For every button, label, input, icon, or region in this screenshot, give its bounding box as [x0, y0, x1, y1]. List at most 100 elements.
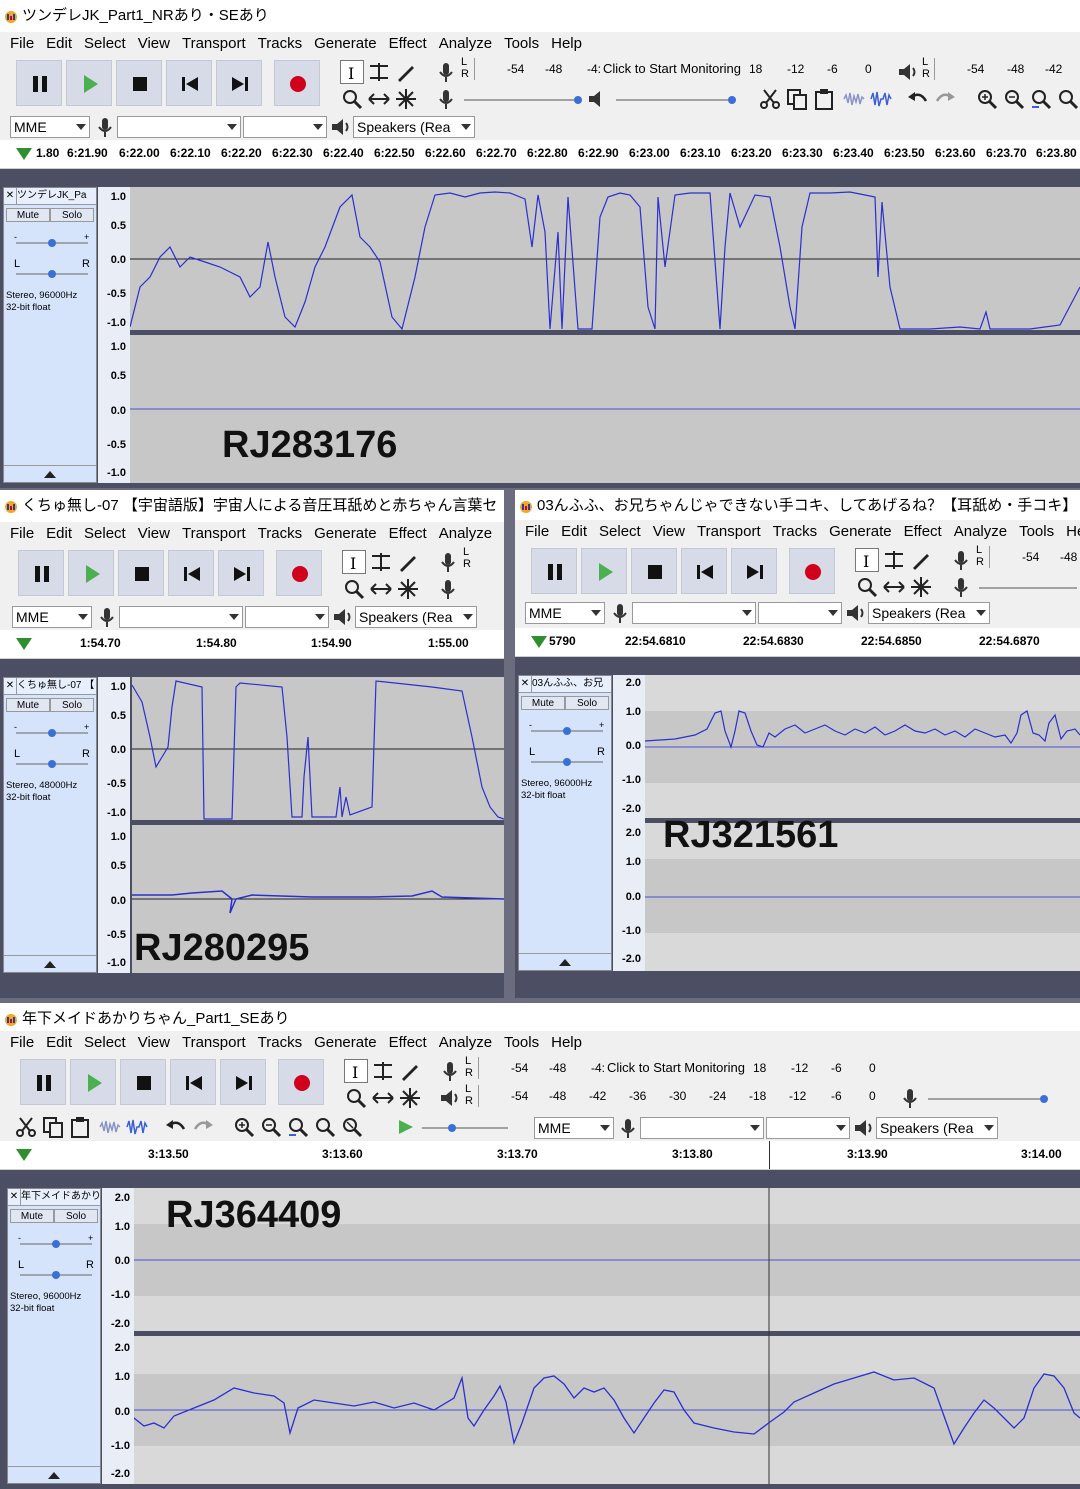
multi-tool-icon[interactable]	[398, 1086, 422, 1110]
envelope-tool-icon[interactable]	[371, 1059, 395, 1083]
play-button[interactable]	[581, 548, 627, 594]
mute-button[interactable]: Mute	[6, 208, 50, 222]
close-track-icon[interactable]: ✕	[4, 678, 17, 694]
menu-effect[interactable]: Effect	[387, 1034, 429, 1051]
record-button[interactable]	[278, 1059, 324, 1105]
zoom-tool-icon[interactable]	[342, 577, 366, 601]
microphone-icon[interactable]	[438, 1059, 462, 1083]
recording-channels-select[interactable]	[758, 602, 842, 624]
zoom-in-icon[interactable]	[975, 87, 999, 111]
playback-device-select[interactable]: Speakers (Rea	[353, 116, 475, 138]
skip-start-button[interactable]	[681, 548, 727, 594]
collapse-track-button[interactable]	[8, 1466, 100, 1483]
play-at-speed-icon[interactable]	[394, 1115, 418, 1139]
menu-file[interactable]: File	[8, 525, 36, 542]
multi-tool-icon[interactable]	[909, 575, 933, 599]
solo-button[interactable]: Solo	[565, 696, 609, 710]
menu-view[interactable]: View	[136, 1034, 172, 1051]
draw-tool-icon[interactable]	[398, 1059, 422, 1083]
track-name[interactable]: ツンデレJK_Pa	[17, 190, 86, 201]
audio-host-select[interactable]: MME	[534, 1117, 614, 1139]
draw-tool-icon[interactable]	[396, 550, 420, 574]
play-button[interactable]	[70, 1059, 116, 1105]
menu-analyze[interactable]: Analyze	[437, 525, 494, 542]
pan-slider[interactable]	[18, 1267, 94, 1281]
menu-generate[interactable]: Generate	[312, 525, 379, 542]
cut-icon[interactable]	[758, 87, 782, 111]
close-track-icon[interactable]: ✕	[519, 676, 532, 692]
solo-button[interactable]: Solo	[54, 1209, 98, 1223]
menu-generate[interactable]: Generate	[312, 35, 379, 52]
menu-edit[interactable]: Edit	[44, 1034, 74, 1051]
collapse-track-button[interactable]	[4, 955, 96, 972]
play-button[interactable]	[68, 550, 114, 596]
timeline-ruler[interactable]: 1:54.70 1:54.80 1:54.90 1:55.00	[0, 630, 504, 659]
audio-host-select[interactable]: MME	[12, 606, 92, 628]
menu-view[interactable]: View	[136, 35, 172, 52]
menu-analyze[interactable]: Analyze	[437, 35, 494, 52]
playback-volume-slider[interactable]	[614, 92, 738, 108]
recording-device-select[interactable]	[640, 1117, 764, 1139]
recording-channels-select[interactable]	[245, 606, 329, 628]
undo-icon[interactable]	[906, 87, 930, 111]
playback-meter[interactable]: -54 -48 -42	[934, 58, 1080, 80]
selection-tool-icon[interactable]: I	[855, 548, 879, 572]
skip-end-button[interactable]	[731, 548, 777, 594]
record-volume-slider[interactable]	[977, 580, 1077, 596]
timeshift-tool-icon[interactable]	[882, 575, 906, 599]
menu-effect[interactable]: Effect	[387, 525, 429, 542]
stop-button[interactable]	[116, 60, 162, 106]
menu-tracks[interactable]: Tracks	[256, 35, 304, 52]
menu-tracks[interactable]: Tracks	[256, 1034, 304, 1051]
track-control-panel[interactable]: ✕ くちゅ無し-07 【 Mute Solo - + L R Stereo, 480…	[3, 677, 97, 973]
paste-icon[interactable]	[812, 87, 836, 111]
microphone-icon[interactable]	[949, 548, 973, 572]
undo-icon[interactable]	[164, 1115, 188, 1139]
menu-transport[interactable]: Transport	[180, 35, 248, 52]
selection-tool-icon[interactable]: I	[344, 1059, 368, 1083]
redo-icon[interactable]	[191, 1115, 215, 1139]
menu-edit[interactable]: Edit	[44, 525, 74, 542]
selection-tool-icon[interactable]: I	[342, 550, 366, 574]
skip-end-button[interactable]	[216, 60, 262, 106]
menu-tracks[interactable]: Tracks	[771, 523, 819, 540]
timeshift-tool-icon[interactable]	[367, 87, 391, 111]
pan-slider[interactable]	[529, 754, 605, 768]
fit-selection-icon[interactable]	[286, 1115, 310, 1139]
speaker-icon[interactable]	[438, 1086, 462, 1110]
audio-host-select[interactable]: MME	[525, 602, 605, 624]
play-button[interactable]	[66, 60, 112, 106]
recording-device-select[interactable]	[632, 602, 756, 624]
track-control-panel[interactable]: ✕ ツンデレJK_Pa Mute Solo - + L R Stereo, 9600…	[3, 187, 97, 483]
close-track-icon[interactable]: ✕	[8, 1189, 21, 1205]
microphone-icon[interactable]	[436, 550, 460, 574]
record-volume-slider[interactable]	[926, 1091, 1050, 1107]
menu-analyze[interactable]: Analyze	[437, 1034, 494, 1051]
skip-end-button[interactable]	[218, 550, 264, 596]
microphone-icon[interactable]	[434, 60, 458, 84]
copy-icon[interactable]	[785, 87, 809, 111]
fit-project-icon[interactable]	[1056, 87, 1080, 111]
record-meter[interactable]: -54 -48	[989, 546, 1080, 568]
copy-icon[interactable]	[41, 1115, 65, 1139]
collapse-track-button[interactable]	[4, 465, 96, 482]
record-meter[interactable]: -54 -48 -4: Click to Start Monitoring 18…	[474, 58, 875, 80]
play-at-speed-slider[interactable]	[420, 1120, 510, 1136]
record-button[interactable]	[789, 548, 835, 594]
fit-project-icon[interactable]	[313, 1115, 337, 1139]
timeline-ruler[interactable]: 5790 22:54.6810 22:54.6830 22:54.6850 22…	[515, 628, 1080, 657]
recording-device-select[interactable]	[119, 606, 243, 628]
pan-slider[interactable]	[14, 266, 90, 280]
playhead-icon[interactable]	[16, 638, 32, 650]
envelope-tool-icon[interactable]	[369, 550, 393, 574]
multi-tool-icon[interactable]	[396, 577, 420, 601]
playback-device-select[interactable]: Speakers (Rea	[355, 606, 477, 628]
record-button[interactable]	[276, 550, 322, 596]
pause-button[interactable]	[20, 1059, 66, 1105]
close-track-icon[interactable]: ✕	[4, 188, 17, 204]
track-name[interactable]: 03んふふ、お兄	[532, 678, 603, 689]
mute-button[interactable]: Mute	[10, 1209, 54, 1223]
trim-audio-icon[interactable]	[98, 1115, 122, 1139]
skip-start-button[interactable]	[170, 1059, 216, 1105]
cut-icon[interactable]	[14, 1115, 38, 1139]
